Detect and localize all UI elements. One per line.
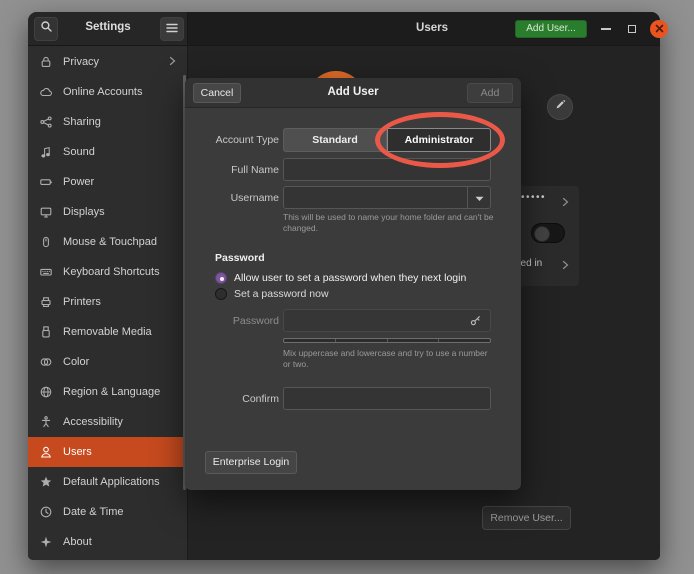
chevron-right-icon <box>560 257 570 275</box>
sidebar-item-label: Sound <box>63 146 95 158</box>
dialog-title: Add User <box>241 86 465 98</box>
sidebar-item-about[interactable]: About <box>28 527 187 557</box>
sidebar-item-sound[interactable]: Sound <box>28 137 187 167</box>
sidebar-item-region-language[interactable]: Region & Language <box>28 377 187 407</box>
add-user-header-button[interactable]: Add User... <box>515 20 587 38</box>
sidebar-item-online-accounts[interactable]: Online Accounts <box>28 77 187 107</box>
sidebar-item-displays[interactable]: Displays <box>28 197 187 227</box>
globe-icon <box>38 385 54 399</box>
music-note-icon <box>38 145 54 159</box>
mouse-icon <box>38 235 54 249</box>
radio-selected-icon <box>215 272 227 284</box>
menu-button[interactable] <box>160 17 184 41</box>
sidebar-item-accessibility[interactable]: Accessibility <box>28 407 187 437</box>
add-button[interactable]: Add <box>467 83 513 103</box>
lock-icon <box>38 55 54 69</box>
username-hint: This will be used to name your home fold… <box>283 212 495 234</box>
cancel-button[interactable]: Cancel <box>193 83 241 103</box>
username-label: Username <box>195 186 279 210</box>
radio-next-login[interactable]: Allow user to set a password when they n… <box>215 271 466 285</box>
edit-avatar-button[interactable] <box>547 94 573 120</box>
accessibility-icon <box>38 415 54 429</box>
minimize-icon[interactable] <box>601 28 611 30</box>
user-icon <box>38 445 54 459</box>
sidebar-item-label: Displays <box>63 206 105 218</box>
username-input[interactable] <box>283 186 491 209</box>
flash-drive-icon <box>38 325 54 339</box>
automatic-login-toggle[interactable] <box>531 223 565 243</box>
star-icon <box>38 475 54 489</box>
settings-window: Settings Users Add User... Privacy Onlin… <box>28 12 660 560</box>
annotation-ellipse <box>375 112 505 168</box>
remove-user-button[interactable]: Remove User... <box>482 506 571 530</box>
radio-next-login-label: Allow user to set a password when they n… <box>234 272 466 284</box>
generate-password-key-icon[interactable] <box>469 314 482 332</box>
sidebar-item-label: Keyboard Shortcuts <box>63 266 160 278</box>
sidebar-item-label: Online Accounts <box>63 86 143 98</box>
sidebar-item-default-applications[interactable]: Default Applications <box>28 467 187 497</box>
full-name-label: Full Name <box>195 158 279 182</box>
radio-set-now[interactable]: Set a password now <box>215 287 329 301</box>
sidebar-item-label: About <box>63 536 92 548</box>
battery-icon <box>38 175 54 189</box>
sidebar-item-label: Printers <box>63 296 101 308</box>
sidebar-item-date-time[interactable]: Date & Time <box>28 497 187 527</box>
password-section-heading: Password <box>215 252 265 264</box>
sidebar-item-power[interactable]: Power <box>28 167 187 197</box>
sidebar-item-label: Mouse & Touchpad <box>63 236 157 248</box>
sidebar-item-label: Color <box>63 356 89 368</box>
share-icon <box>38 115 54 129</box>
chevron-right-icon <box>560 194 570 212</box>
printer-icon <box>38 295 54 309</box>
sidebar-item-privacy[interactable]: Privacy <box>28 47 187 77</box>
account-type-label: Account Type <box>195 128 279 152</box>
maximize-icon[interactable] <box>628 25 636 33</box>
sidebar-item-users[interactable]: Users <box>28 437 187 467</box>
page-title: Users <box>402 22 462 34</box>
sidebar-item-printers[interactable]: Printers <box>28 287 187 317</box>
password-input[interactable] <box>283 309 491 332</box>
sidebar-item-label: Users <box>63 446 92 458</box>
hamburger-icon <box>166 20 178 38</box>
standard-button[interactable]: Standard <box>283 128 387 152</box>
clock-icon <box>38 505 54 519</box>
sidebar-item-label: Sharing <box>63 116 101 128</box>
confirm-label: Confirm <box>195 387 279 411</box>
radio-set-now-label: Set a password now <box>234 288 329 300</box>
add-user-dialog: Cancel Add User Add Account Type Standar… <box>185 78 521 490</box>
chevron-right-icon <box>167 56 177 69</box>
pencil-icon <box>554 98 566 116</box>
password-dots: ••••• <box>521 192 546 203</box>
radio-unselected-icon <box>215 288 227 300</box>
toggle-knob <box>534 226 550 242</box>
close-button[interactable] <box>650 20 668 38</box>
sidebar-list: Privacy Online Accounts Sharing Sound Po… <box>28 47 187 557</box>
color-icon <box>38 355 54 369</box>
confirm-input[interactable] <box>283 387 491 410</box>
monitor-icon <box>38 205 54 219</box>
sidebar-item-label: Privacy <box>63 56 99 68</box>
sidebar-item-removable-media[interactable]: Removable Media <box>28 317 187 347</box>
sidebar-item-label: Power <box>63 176 94 188</box>
cloud-icon <box>38 85 54 99</box>
sidebar-item-label: Accessibility <box>63 416 123 428</box>
desktop: Settings Users Add User... Privacy Onlin… <box>0 0 694 574</box>
sidebar-item-label: Region & Language <box>63 386 160 398</box>
chevron-down-icon <box>475 189 484 207</box>
sidebar-item-color[interactable]: Color <box>28 347 187 377</box>
sidebar-item-label: Removable Media <box>63 326 152 338</box>
sidebar-item-sharing[interactable]: Sharing <box>28 107 187 137</box>
sidebar-item-label: Date & Time <box>63 506 124 518</box>
sidebar-item-mouse-touchpad[interactable]: Mouse & Touchpad <box>28 227 187 257</box>
sidebar-item-label: Default Applications <box>63 476 160 488</box>
password-hint: Mix uppercase and lowercase and try to u… <box>283 348 495 370</box>
password-field-label: Password <box>195 309 279 333</box>
enterprise-login-button[interactable]: Enterprise Login <box>205 451 297 474</box>
username-dropdown-button[interactable] <box>467 186 491 209</box>
close-icon <box>655 20 664 38</box>
starburst-icon <box>38 535 54 549</box>
password-strength-bar <box>283 338 491 343</box>
keyboard-icon <box>38 265 54 279</box>
sidebar-item-keyboard-shortcuts[interactable]: Keyboard Shortcuts <box>28 257 187 287</box>
